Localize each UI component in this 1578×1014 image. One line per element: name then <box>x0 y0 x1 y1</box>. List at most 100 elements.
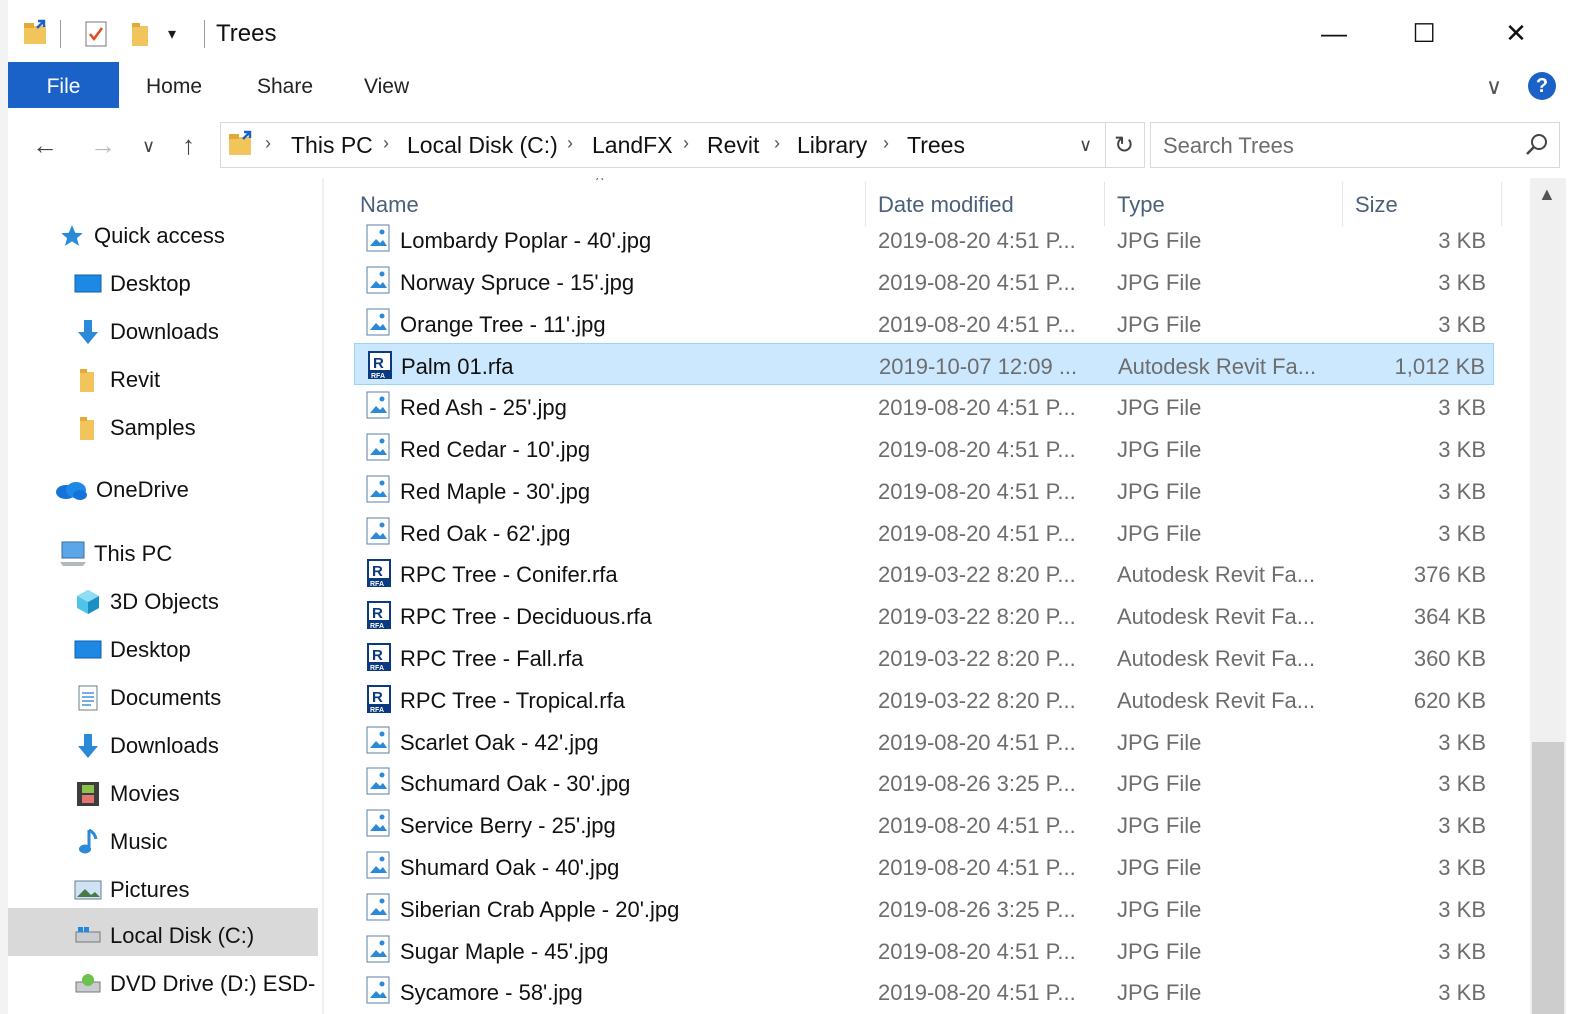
breadcrumb-library[interactable]: Library <box>797 132 867 159</box>
customize-toolbar-icon[interactable]: ▾ <box>168 24 192 52</box>
breadcrumb-separator[interactable]: › <box>383 133 389 154</box>
back-button[interactable]: ← <box>32 130 58 161</box>
file-type: JPG File <box>1117 855 1202 880</box>
nav-onedrive[interactable]: OneDrive <box>54 468 189 512</box>
file-name: Shumard Oak - 40'.jpg <box>400 855 620 880</box>
minimize-button[interactable]: — <box>1304 10 1364 56</box>
nav-documents[interactable]: Documents <box>74 676 221 720</box>
vertical-scrollbar[interactable]: ▲ <box>1530 178 1566 1014</box>
file-date-modified: 2019-08-20 4:51 P... <box>878 520 1076 546</box>
column-header-size[interactable]: Size <box>1355 192 1398 218</box>
recent-locations-button[interactable]: ∨ <box>142 136 155 157</box>
folder-pin-icon[interactable] <box>22 18 46 46</box>
expand-ribbon-icon[interactable]: ∨ <box>1486 62 1502 108</box>
table-row[interactable]: Red Ash - 25'.jpg 2019-08-20 4:51 P... JPG… <box>354 385 1494 427</box>
file-date-modified: 2019-03-22 8:20 P... <box>878 646 1076 671</box>
breadcrumb-separator[interactable]: › <box>774 133 780 154</box>
tab-share[interactable]: Share <box>257 62 313 108</box>
search-input[interactable]: Search Trees <box>1150 122 1560 168</box>
nav-label: Pictures <box>110 877 190 902</box>
table-row[interactable]: Scarlet Oak - 42'.jpg 2019-08-20 4:51 P..… <box>354 720 1494 762</box>
file-size: 3 KB <box>1438 520 1486 546</box>
nav-downloads[interactable]: Downloads <box>74 310 219 354</box>
column-header-type[interactable]: Type <box>1117 192 1165 218</box>
toolbar-separator <box>60 20 61 48</box>
column-header-date[interactable]: Date modified <box>878 192 1014 218</box>
scroll-up-icon[interactable]: ▲ <box>1538 184 1556 205</box>
up-button[interactable]: ↑ <box>182 130 195 161</box>
breadcrumb-this-pc[interactable]: This PC <box>291 132 373 159</box>
nav-dvd-drive[interactable]: DVD Drive (D:) ESD- <box>74 962 315 1006</box>
breadcrumb-separator[interactable]: › <box>883 133 889 154</box>
nav-3d-objects[interactable]: 3D Objects <box>74 580 219 624</box>
file-size: 3 KB <box>1438 855 1486 880</box>
new-folder-icon[interactable] <box>128 18 152 46</box>
table-row[interactable]: Siberian Crab Apple - 20'.jpg 2019-08-26 … <box>354 887 1494 929</box>
nav-label: DVD Drive (D:) ESD- <box>110 971 316 996</box>
table-row[interactable]: R RFA RPC Tree - Fall.rfa 2019-03-22 8:20 P… <box>354 636 1494 678</box>
address-dropdown-icon[interactable]: ∨ <box>1079 135 1092 156</box>
breadcrumb-trees[interactable]: Trees <box>907 132 965 159</box>
table-row[interactable]: Service Berry - 25'.jpg 2019-08-20 4:51 P… <box>354 803 1494 845</box>
scrollbar-thumb[interactable] <box>1532 742 1564 1014</box>
nav-label: Documents <box>110 685 222 710</box>
svg-text:R: R <box>372 689 383 706</box>
nav-label: 3D Objects <box>110 589 219 614</box>
navigation-bar: ← → ∨ ↑ › This PC › Local Disk (C:) › La… <box>8 110 1578 178</box>
table-row[interactable]: Red Cedar - 10'.jpg 2019-08-20 4:51 P... J… <box>354 427 1494 469</box>
file-date-modified: 2019-03-22 8:20 P... <box>878 687 1076 713</box>
table-row[interactable]: Orange Tree - 11'.jpg 2019-08-20 4:51 P..… <box>354 302 1494 344</box>
file-type: Autodesk Revit Fa... <box>1117 687 1316 713</box>
folder-icon <box>74 366 102 394</box>
table-row[interactable]: Shumard Oak - 40'.jpg 2019-08-20 4:51 P..… <box>354 845 1494 887</box>
breadcrumb-revit[interactable]: Revit <box>707 132 759 159</box>
column-header-name[interactable]: Name <box>360 192 419 218</box>
nav-desktop-pc[interactable]: Desktop <box>74 628 191 672</box>
forward-button[interactable]: → <box>90 130 116 161</box>
address-bar[interactable]: › This PC › Local Disk (C:) › LandFX › R… <box>220 122 1106 168</box>
nav-samples[interactable]: Samples <box>74 406 196 450</box>
table-row[interactable]: R RFA RPC Tree - Deciduous.rfa 2019-03-22 8… <box>354 594 1494 636</box>
help-icon[interactable]: ? <box>1528 72 1556 100</box>
close-button[interactable]: ✕ <box>1486 10 1546 56</box>
picture-icon <box>74 876 102 904</box>
nav-movies[interactable]: Movies <box>74 772 180 816</box>
column-divider[interactable] <box>1501 182 1502 226</box>
nav-desktop[interactable]: Desktop <box>74 262 191 306</box>
nav-quick-access[interactable]: Quick access <box>58 214 225 258</box>
properties-icon[interactable] <box>84 18 108 47</box>
nav-pictures[interactable]: Pictures <box>74 868 189 912</box>
table-row[interactable]: R RFA RPC Tree - Conifer.rfa 2019-03-22 8:2… <box>354 552 1494 594</box>
jpg-icon <box>366 809 392 837</box>
table-row[interactable]: R RFA Palm 01.rfa 2019-10-07 12:09 ... Autod… <box>354 343 1494 386</box>
nav-revit[interactable]: Revit <box>74 358 160 402</box>
breadcrumb-separator[interactable]: › <box>567 133 573 154</box>
file-date-modified: 2019-08-20 4:51 P... <box>878 980 1076 1006</box>
breadcrumb-landfx[interactable]: LandFX <box>592 132 673 159</box>
nav-this-pc[interactable]: This PC <box>58 532 172 576</box>
nav-downloads-pc[interactable]: Downloads <box>74 724 219 768</box>
table-row[interactable]: Norway Spruce - 15'.jpg 2019-08-20 4:51 P… <box>354 260 1494 302</box>
file-date-modified: 2019-08-20 4:51 P... <box>878 228 1076 253</box>
maximize-button[interactable]: ☐ <box>1394 10 1454 56</box>
tab-file[interactable]: File <box>8 62 119 108</box>
breadcrumb-separator[interactable]: › <box>265 133 271 154</box>
table-row[interactable]: R RFA RPC Tree - Tropical.rfa 2019-03-22 8:… <box>354 678 1494 720</box>
file-name: Sugar Maple - 45'.jpg <box>400 938 609 964</box>
nav-music[interactable]: Music <box>74 820 167 864</box>
tab-home[interactable]: Home <box>146 62 202 108</box>
file-name: Red Maple - 30'.jpg <box>400 478 591 504</box>
drive-icon <box>74 922 102 950</box>
nav-local-disk[interactable]: Local Disk (C:) <box>74 914 254 958</box>
table-row[interactable]: Schumard Oak - 30'.jpg 2019-08-26 3:25 P.… <box>354 761 1494 803</box>
table-row[interactable]: Sugar Maple - 45'.jpg 2019-08-20 4:51 P..… <box>354 929 1494 971</box>
table-row[interactable]: Red Maple - 30'.jpg 2019-08-20 4:51 P... J… <box>354 469 1494 511</box>
breadcrumb-separator[interactable]: › <box>683 133 689 154</box>
tab-view[interactable]: View <box>364 62 409 108</box>
refresh-button[interactable]: ↻ <box>1104 122 1145 168</box>
breadcrumb-local-disk[interactable]: Local Disk (C:) <box>407 132 558 159</box>
table-row[interactable]: Red Oak - 62'.jpg 2019-08-20 4:51 P... JPG… <box>354 511 1494 553</box>
table-row[interactable]: Sycamore - 58'.jpg 2019-08-20 4:51 P... JP… <box>354 970 1494 1012</box>
table-row[interactable]: Lombardy Poplar - 40'.jpg 2019-08-20 4:51… <box>354 218 1494 260</box>
search-icon[interactable] <box>1525 132 1549 161</box>
